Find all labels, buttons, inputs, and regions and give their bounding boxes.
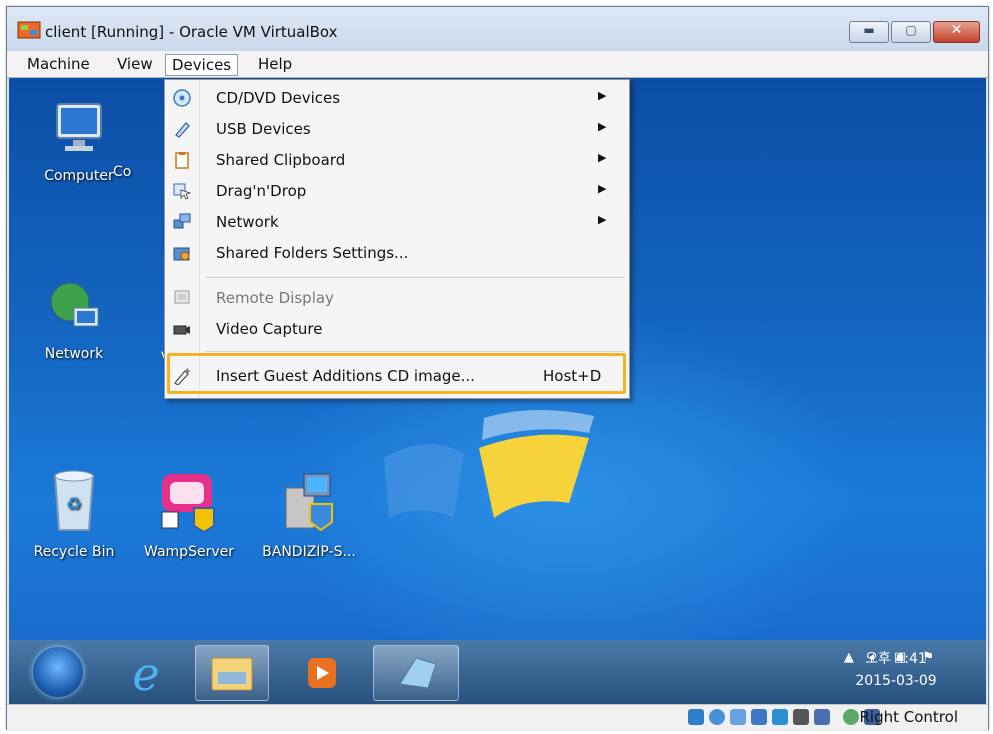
taskbar-virtualbox-vm[interactable] — [373, 645, 459, 701]
devices-menu: CD/DVD Devices ▶ USB Devices ▶ Shared Cl… — [164, 79, 630, 399]
menu-separator — [205, 351, 625, 352]
menu-item-remote-display: Remote Display — [165, 283, 629, 313]
menu-item-shared-folders-settings[interactable]: Shared Folders Settings... — [165, 238, 629, 268]
menu-bar: Machine View Devices Help — [7, 51, 988, 78]
network-status-icon[interactable] — [751, 709, 767, 725]
start-button[interactable] — [33, 647, 83, 697]
close-icon: ✕ — [950, 22, 963, 38]
submenu-arrow-icon: ▶ — [598, 182, 607, 195]
menu-help[interactable]: Help — [252, 54, 298, 74]
taskbar-internet-explorer[interactable]: e — [117, 645, 179, 701]
clock-time: 오후 4:41 — [865, 651, 927, 667]
taskbar-explorer[interactable] — [195, 645, 269, 701]
menu-view[interactable]: View — [111, 54, 159, 74]
taskbar: e ▲ 🔈︎ ▣ ⚑ 오후 4:41 2015-03-09 — [9, 640, 986, 704]
installer-icon — [285, 473, 333, 532]
shared-folders-icon — [173, 247, 190, 261]
menu-item-label: Shared Clipboard — [216, 151, 346, 169]
window-title: client [Running] - Oracle VM VirtualBox — [45, 23, 338, 41]
desktop-icon-bandizip[interactable]: BANDIZIP-S... — [254, 468, 364, 560]
menu-machine[interactable]: Machine — [21, 54, 96, 74]
submenu-arrow-icon: ▶ — [598, 213, 607, 226]
menu-item-video-capture[interactable]: Video Capture — [165, 314, 629, 344]
desktop-icon-label: Recycle Bin — [33, 544, 115, 560]
display-status-icon[interactable] — [814, 709, 830, 725]
menu-item-network[interactable]: Network ▶ — [165, 207, 629, 237]
guest-additions-highlight — [167, 353, 626, 394]
menu-item-shared-clipboard[interactable]: Shared Clipboard ▶ — [165, 145, 629, 175]
shared-folders-status-icon[interactable] — [772, 709, 788, 725]
taskbar-clock[interactable]: 오후 4:41 2015-03-09 — [851, 648, 941, 692]
folder-icon — [211, 657, 253, 691]
desktop-icon-partial-1[interactable]: Co — [113, 164, 153, 180]
menu-item-drag-n-drop[interactable]: Drag'n'Drop ▶ — [165, 176, 629, 206]
cd-dvd-icon — [173, 89, 191, 107]
computer-icon — [56, 103, 102, 151]
desktop-icon-label: BANDIZIP-S... — [262, 544, 356, 560]
menu-devices[interactable]: Devices — [165, 54, 239, 76]
maximize-button[interactable]: ▢ — [891, 21, 931, 43]
close-button[interactable]: ✕ — [933, 21, 980, 43]
usb-status-icon[interactable] — [730, 709, 746, 725]
desktop-icon-label: Co — [113, 164, 132, 180]
minimize-icon: ▬ — [863, 23, 875, 37]
taskbar-media-player[interactable] — [285, 645, 359, 701]
hard-disk-status-icon[interactable] — [688, 709, 704, 725]
svg-text:e: e — [132, 647, 159, 698]
internet-explorer-icon: e — [132, 647, 159, 701]
title-bar[interactable]: client [Running] - Oracle VM VirtualBox … — [7, 7, 988, 51]
menu-item-label: Shared Folders Settings... — [216, 244, 409, 262]
menu-item-label: Network — [216, 213, 279, 231]
svg-text:♻: ♻ — [66, 494, 82, 515]
network-globe-icon — [48, 280, 99, 327]
media-player-icon — [308, 658, 336, 688]
maximize-icon: ▢ — [905, 23, 917, 37]
recycle-bin-icon: ♻ — [53, 470, 95, 531]
desktop-icon-label: Network — [44, 346, 104, 362]
virtualbox-app-icon — [17, 21, 41, 39]
windows-logo — [384, 409, 594, 518]
usb-icon — [175, 122, 190, 138]
network-icon — [173, 213, 191, 229]
menu-item-label: Video Capture — [216, 320, 323, 338]
clipboard-icon — [175, 152, 189, 169]
menu-item-label: Drag'n'Drop — [216, 182, 307, 200]
video-capture-icon — [173, 325, 190, 335]
menu-item-label: USB Devices — [216, 120, 311, 138]
desktop-icon-label: WampServer — [144, 544, 234, 560]
video-capture-status-icon[interactable] — [793, 709, 809, 725]
menu-separator — [205, 277, 625, 278]
minimize-button[interactable]: ▬ — [849, 21, 889, 43]
menu-item-label: CD/DVD Devices — [216, 89, 341, 107]
optical-drive-status-icon[interactable] — [709, 709, 725, 725]
desktop-icon-wampserver[interactable]: WampServer — [134, 468, 244, 560]
clock-date: 2015-03-09 — [855, 673, 937, 689]
remote-display-icon — [174, 290, 190, 304]
menu-item-usb-devices[interactable]: USB Devices ▶ — [165, 114, 629, 144]
window-app-icon — [399, 657, 437, 689]
host-key-label: Right Control — [859, 708, 959, 726]
menu-item-label: Remote Display — [216, 289, 334, 307]
wampserver-icon — [161, 474, 215, 534]
desktop-icon-network[interactable]: Network — [19, 276, 129, 362]
menu-item-cd-dvd-devices[interactable]: CD/DVD Devices ▶ — [165, 83, 629, 113]
vm-status-bar: Right Control — [7, 704, 988, 730]
desktop-icon-recycle-bin[interactable]: ♻ Recycle Bin — [19, 468, 129, 560]
submenu-arrow-icon: ▶ — [598, 151, 607, 164]
submenu-arrow-icon: ▶ — [598, 89, 607, 102]
drag-drop-icon — [173, 183, 191, 200]
mouse-integration-icon[interactable] — [843, 709, 859, 725]
submenu-arrow-icon: ▶ — [598, 120, 607, 133]
